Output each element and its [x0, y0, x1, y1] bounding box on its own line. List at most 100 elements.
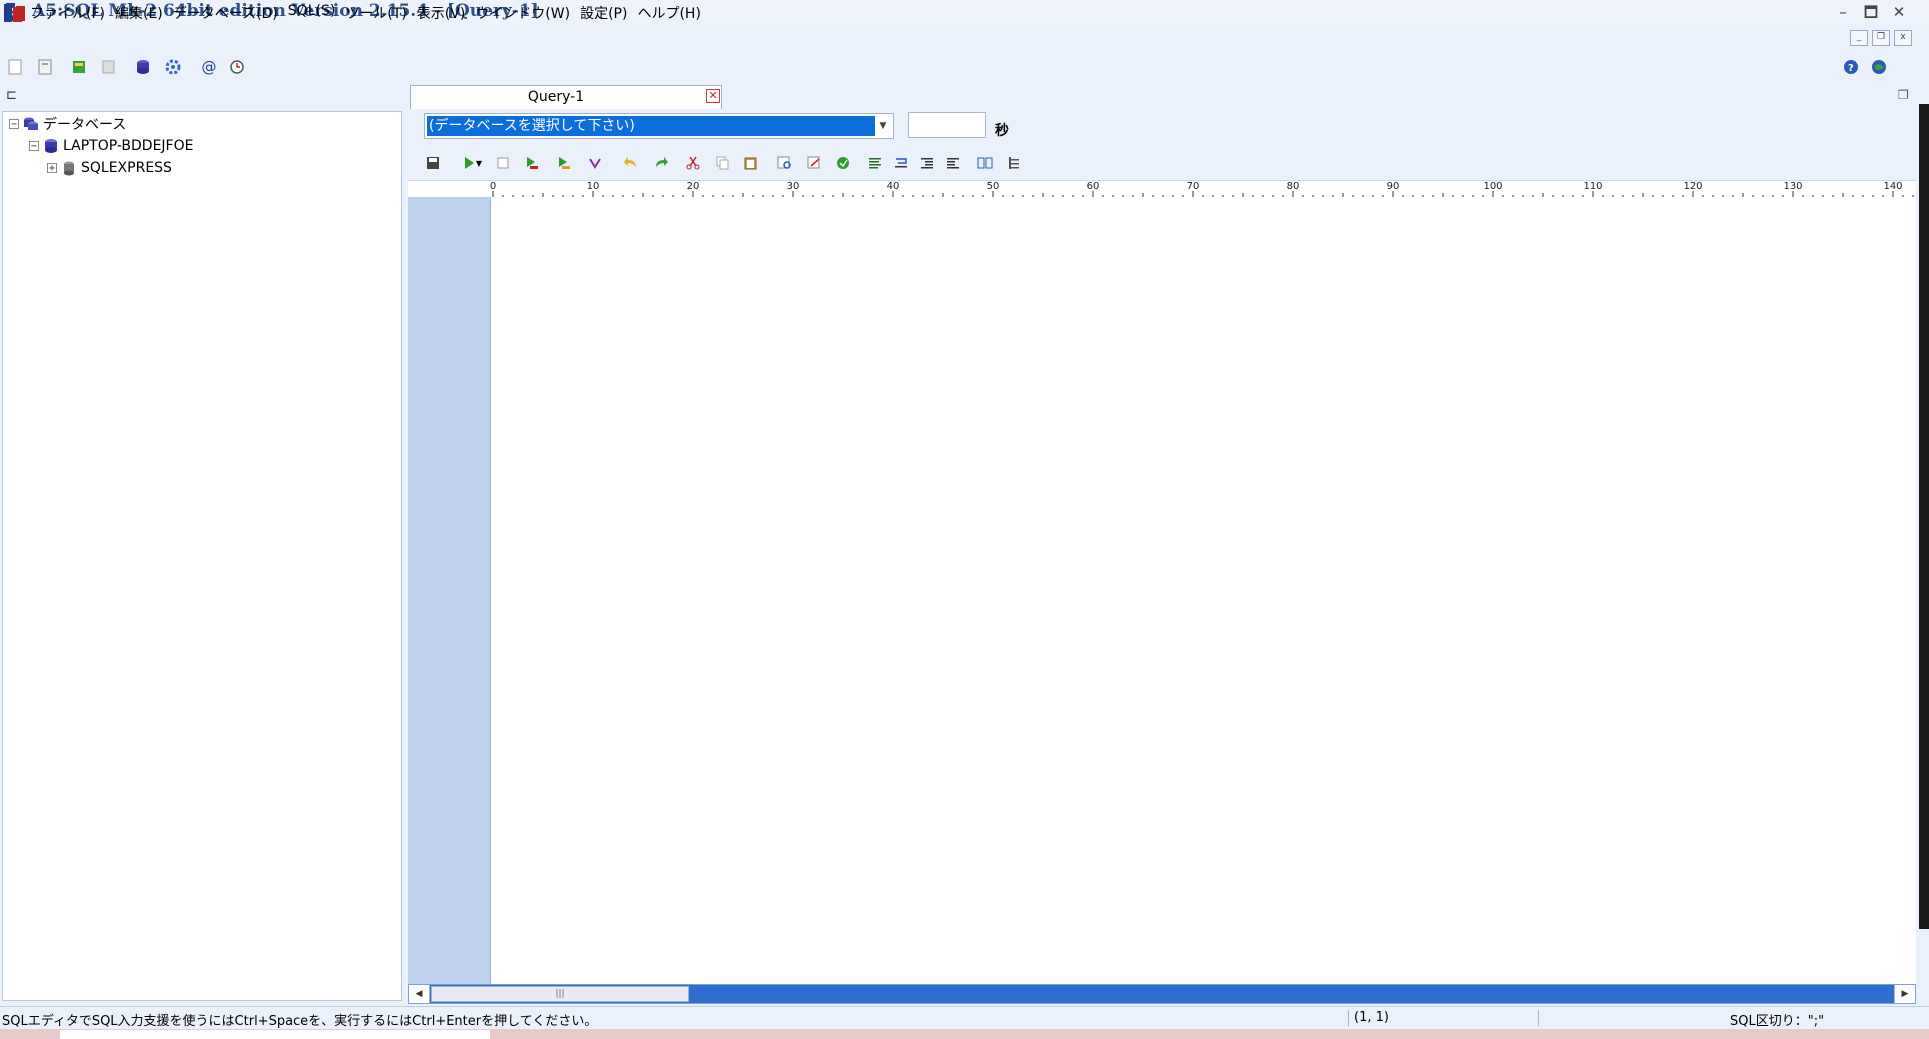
mdi-close-button[interactable]: x — [1894, 30, 1912, 46]
ruler-number: 0 — [489, 181, 497, 192]
paste-icon[interactable] — [742, 154, 760, 172]
tree-node-instance[interactable]: + SQLEXPRESS — [47, 158, 172, 178]
ruler-number: 20 — [686, 181, 700, 192]
database-add-icon[interactable] — [70, 58, 88, 76]
right-edge-bar — [1919, 104, 1929, 929]
database-copy-icon[interactable] — [100, 58, 118, 76]
globe-icon[interactable] — [1870, 58, 1888, 76]
ruler-number: 70 — [1186, 181, 1200, 192]
svg-text:?: ? — [1848, 63, 1854, 74]
save-icon[interactable] — [424, 154, 442, 172]
bottom-strip-highlight — [60, 1030, 490, 1039]
clock-icon[interactable] — [228, 58, 246, 76]
mdi-minimize-button[interactable]: _ — [1850, 30, 1868, 46]
menu-bar: ファイル(F) 編集(E) データベース(D) SQL(S) ツール(T) 表示… — [30, 3, 701, 23]
line-number-gutter — [408, 197, 491, 984]
menu-tools[interactable]: ツール(T) — [345, 3, 406, 23]
new-file-icon[interactable] — [6, 58, 24, 76]
status-message: SQLエディタでSQL入力支援を使うにはCtrl+Spaceを、実行するにはCt… — [2, 1014, 598, 1029]
scroll-thumb[interactable]: ||| — [431, 986, 689, 1002]
redo-icon[interactable] — [652, 154, 670, 172]
indent-icon[interactable] — [918, 154, 936, 172]
ruler-number: 30 — [786, 181, 800, 192]
database-tree-panel: − データベース − LAPTOP-BDDEJFOE + SQLEXPRESS — [2, 111, 402, 1001]
open-file-icon[interactable] — [36, 58, 54, 76]
editor-ruler: 0 10 20 30 40 50 60 70 80 90 100 110 120 130 140 — [408, 180, 1916, 198]
main-toolbar: @ ? — [0, 54, 1929, 80]
app-menu-icon[interactable] — [4, 4, 22, 22]
tree-node-databases[interactable]: − データベース — [9, 114, 126, 134]
menu-settings[interactable]: 設定(P) — [580, 3, 627, 23]
copy-icon[interactable] — [714, 154, 732, 172]
menu-help[interactable]: ヘルプ(H) — [637, 3, 700, 23]
sql-delimiter: SQL区切り：";" — [1730, 1014, 1825, 1029]
run-csv-icon[interactable] — [554, 154, 572, 172]
replace-icon[interactable] — [806, 154, 824, 172]
sql-editor[interactable] — [491, 197, 1916, 984]
cursor-position: (1, 1) — [1354, 1010, 1389, 1025]
find-icon[interactable] — [776, 154, 794, 172]
timeout-seconds-input[interactable] — [908, 112, 986, 138]
format-sql-icon[interactable] — [834, 154, 852, 172]
database-instance-icon — [64, 161, 74, 176]
tab-label: Query-1 — [527, 89, 585, 105]
mdi-restore-button[interactable]: ❐ — [1872, 30, 1890, 46]
database-connect-icon[interactable] — [134, 58, 152, 76]
menu-view[interactable]: 表示(V) — [417, 3, 466, 23]
tab-list-icon[interactable]: ❐ — [1898, 88, 1914, 102]
tab-query-1[interactable]: Query-1 ✕ — [410, 85, 722, 109]
tree-node-server[interactable]: − LAPTOP-BDDEJFOE — [29, 136, 193, 156]
minimize-button[interactable]: – — [1830, 1, 1856, 23]
tree-node-label: LAPTOP-BDDEJFOE — [63, 138, 194, 154]
chevron-down-icon[interactable]: ▼ — [875, 116, 891, 136]
wrap-icon[interactable] — [892, 154, 910, 172]
menu-edit[interactable]: 編集(E) — [115, 3, 163, 23]
tree-node-label: データベース — [43, 117, 127, 133]
outdent-icon[interactable] — [944, 154, 962, 172]
tree-toggle-icon[interactable]: ⊏ — [6, 88, 22, 104]
server-icon — [45, 139, 57, 153]
align-left-icon[interactable] — [866, 154, 884, 172]
collapse-icon[interactable]: − — [29, 141, 39, 152]
database-select[interactable]: (データベースを選択して下さい) ▼ — [424, 113, 894, 139]
scroll-left-icon[interactable]: ◀ — [409, 985, 430, 1003]
status-separator — [1538, 1010, 1539, 1026]
menu-file[interactable]: ファイル(F) — [30, 3, 105, 23]
ruler-number: 130 — [1783, 181, 1803, 192]
undo-icon[interactable] — [622, 154, 640, 172]
ruler-number: 100 — [1483, 181, 1503, 192]
horizontal-scrollbar[interactable]: ◀ ||| ▶ — [408, 984, 1916, 1004]
menu-sql[interactable]: SQL(S) — [288, 3, 336, 23]
databases-icon — [24, 117, 38, 130]
menu-database[interactable]: データベース(D) — [173, 3, 278, 23]
ruler-number: 110 — [1583, 181, 1603, 192]
cut-icon[interactable] — [684, 154, 702, 172]
at-sign-icon[interactable]: @ — [200, 58, 218, 76]
stop-icon[interactable] — [494, 154, 512, 172]
expand-icon[interactable]: + — [47, 163, 57, 174]
ruler-number: 120 — [1683, 181, 1703, 192]
ruler-number: 40 — [886, 181, 900, 192]
ruler-number: 50 — [986, 181, 1000, 192]
ruler-number: 10 — [586, 181, 600, 192]
database-select-value: (データベースを選択して下さい) — [427, 116, 875, 136]
maximize-button[interactable]: 🗖 — [1858, 1, 1884, 23]
seconds-label: 秒 — [995, 123, 1009, 139]
ruler-number: 90 — [1386, 181, 1400, 192]
menu-window[interactable]: ウインドウ(W) — [475, 3, 570, 23]
settings-gear-icon[interactable] — [164, 58, 182, 76]
ruler-number: 80 — [1286, 181, 1300, 192]
close-button[interactable]: ✕ — [1886, 1, 1912, 23]
help-icon[interactable]: ? — [1842, 58, 1860, 76]
compare-icon[interactable] — [976, 154, 994, 172]
scroll-right-icon[interactable]: ▶ — [1894, 985, 1915, 1003]
explain-icon[interactable] — [586, 154, 604, 172]
tab-close-icon[interactable]: ✕ — [706, 89, 720, 103]
run-all-icon[interactable] — [522, 154, 540, 172]
run-dropdown-icon[interactable]: ▼ — [474, 154, 484, 172]
outline-tree-icon[interactable] — [1006, 154, 1024, 172]
tree-node-label: SQLEXPRESS — [81, 160, 172, 176]
ruler-number: 60 — [1086, 181, 1100, 192]
editor-toolbar: ▼ — [420, 150, 1120, 174]
collapse-icon[interactable]: − — [9, 119, 19, 130]
